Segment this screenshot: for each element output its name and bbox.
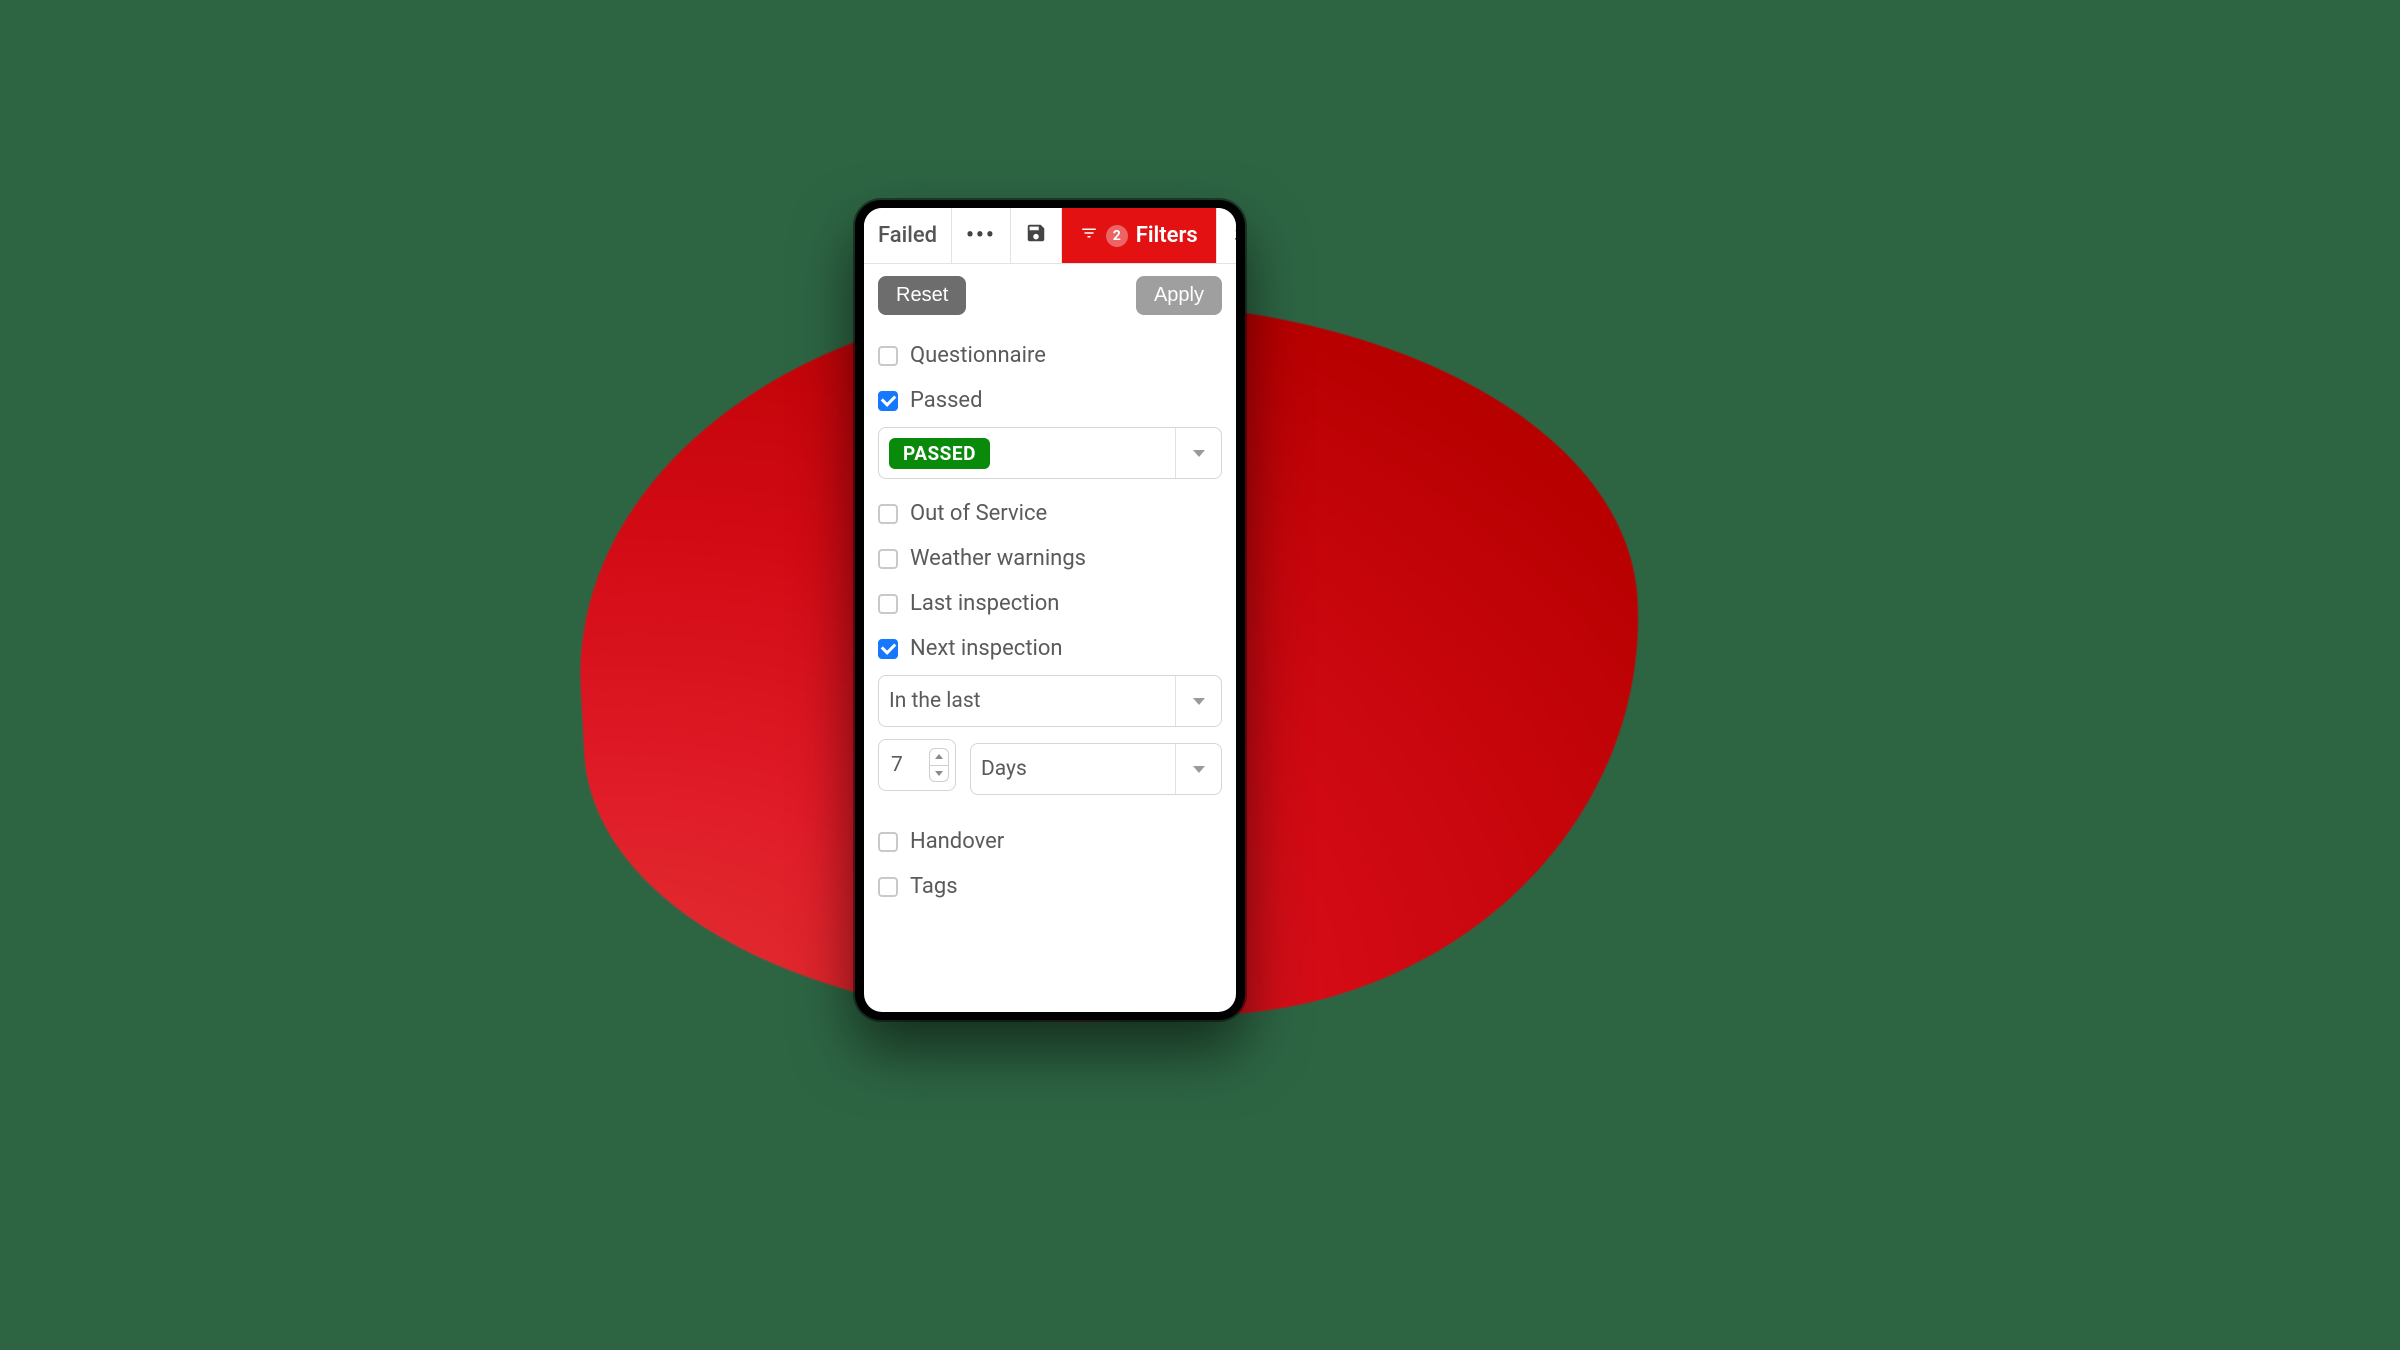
filter-next-inspection[interactable]: Next inspection — [878, 626, 1222, 671]
chevron-down-icon — [1175, 744, 1221, 794]
filter-label: Handover — [910, 829, 1004, 854]
more-icon: ••• — [966, 223, 996, 248]
filter-label: Last inspection — [910, 591, 1059, 616]
filter-out-of-service[interactable]: Out of Service — [878, 491, 1222, 536]
filter-label: Next inspection — [910, 636, 1063, 661]
chevron-down-icon — [1175, 676, 1221, 726]
filter-handover[interactable]: Handover — [878, 819, 1222, 864]
checkbox-unchecked[interactable] — [878, 346, 898, 366]
filter-passed[interactable]: Passed — [878, 378, 1222, 423]
filter-label: Tags — [910, 874, 958, 899]
stepper-down-icon[interactable] — [930, 766, 948, 782]
failed-label: Failed — [878, 223, 937, 248]
apply-button[interactable]: Apply — [1136, 276, 1222, 315]
filter-label: Out of Service — [910, 501, 1047, 526]
filter-label: Questionnaire — [910, 343, 1046, 368]
checkbox-checked[interactable] — [878, 639, 898, 659]
filter-label: Weather warnings — [910, 546, 1086, 571]
download-button[interactable] — [1217, 208, 1236, 263]
toolbar: Failed ••• 2 Filters — [864, 208, 1236, 264]
range-amount-input[interactable]: 7 — [878, 739, 956, 791]
number-stepper[interactable] — [929, 748, 949, 782]
range-mode-value: In the last — [889, 689, 981, 713]
filters-label: Filters — [1136, 223, 1198, 248]
checkbox-unchecked[interactable] — [878, 594, 898, 614]
failed-button[interactable]: Failed — [864, 208, 952, 263]
range-amount-value: 7 — [891, 753, 903, 777]
filter-questionnaire[interactable]: Questionnaire — [878, 333, 1222, 378]
save-icon — [1025, 222, 1047, 250]
save-button[interactable] — [1011, 208, 1062, 263]
checkbox-checked[interactable] — [878, 391, 898, 411]
checkbox-unchecked[interactable] — [878, 549, 898, 569]
checkbox-unchecked[interactable] — [878, 877, 898, 897]
filter-weather-warnings[interactable]: Weather warnings — [878, 536, 1222, 581]
range-unit-select[interactable]: Days — [970, 743, 1222, 795]
range-unit-value: Days — [981, 757, 1027, 781]
filters-button[interactable]: 2 Filters — [1062, 208, 1217, 263]
panel-header: Reset Apply — [878, 276, 1222, 315]
filter-label: Passed — [910, 388, 983, 413]
reset-button[interactable]: Reset — [878, 276, 966, 315]
more-button[interactable]: ••• — [952, 208, 1011, 263]
device-frame: Failed ••• 2 Filters — [855, 200, 1245, 1020]
app-screen: Failed ••• 2 Filters — [864, 208, 1236, 1012]
passed-select[interactable]: PASSED — [878, 427, 1222, 479]
download-icon — [1231, 223, 1236, 249]
filter-tags[interactable]: Tags — [878, 864, 1222, 909]
checkbox-unchecked[interactable] — [878, 504, 898, 524]
filter-last-inspection[interactable]: Last inspection — [878, 581, 1222, 626]
chevron-down-icon — [1175, 428, 1221, 478]
range-amount-row: 7 Days — [878, 739, 1222, 807]
range-mode-select[interactable]: In the last — [878, 675, 1222, 727]
filter-count-badge: 2 — [1106, 225, 1128, 247]
filter-panel: Reset Apply Questionnaire Passed PASSED … — [864, 264, 1236, 1012]
filter-icon — [1080, 223, 1098, 248]
checkbox-unchecked[interactable] — [878, 832, 898, 852]
stepper-up-icon[interactable] — [930, 749, 948, 766]
passed-pill: PASSED — [889, 438, 990, 469]
